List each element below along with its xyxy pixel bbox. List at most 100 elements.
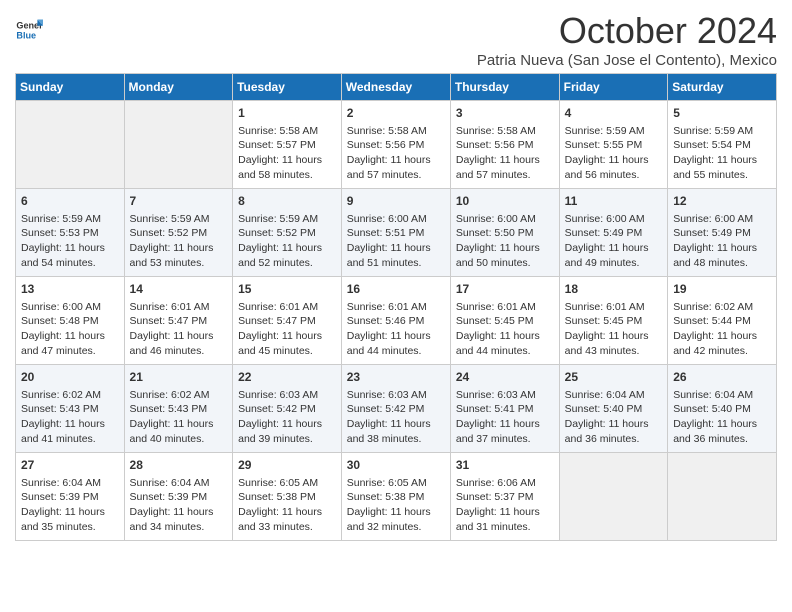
sunset-text: Sunset: 5:42 PM [347, 402, 445, 417]
calendar-cell: 7Sunrise: 5:59 AMSunset: 5:52 PMDaylight… [124, 189, 233, 277]
col-header-saturday: Saturday [668, 74, 777, 101]
sunrise-text: Sunrise: 6:03 AM [456, 388, 554, 403]
calendar-cell: 5Sunrise: 5:59 AMSunset: 5:54 PMDaylight… [668, 101, 777, 189]
calendar-cell: 15Sunrise: 6:01 AMSunset: 5:47 PMDayligh… [233, 277, 342, 365]
daylight-text: Daylight: 11 hours and 44 minutes. [456, 329, 554, 358]
sunrise-text: Sunrise: 6:02 AM [673, 300, 771, 315]
day-number: 29 [238, 457, 336, 474]
calendar-cell: 18Sunrise: 6:01 AMSunset: 5:45 PMDayligh… [559, 277, 668, 365]
day-number: 20 [21, 369, 119, 386]
daylight-text: Daylight: 11 hours and 53 minutes. [130, 241, 228, 270]
calendar-cell: 1 Sunrise: 5:58 AMSunset: 5:57 PMDaylight… [233, 101, 342, 189]
daylight-text: Daylight: 11 hours and 45 minutes. [238, 329, 336, 358]
col-header-tuesday: Tuesday [233, 74, 342, 101]
day-number: 30 [347, 457, 445, 474]
calendar-cell: 6 Sunrise: 5:59 AMSunset: 5:53 PMDaylight… [16, 189, 125, 277]
sunset-text: Sunset: 5:37 PM [456, 490, 554, 505]
sunrise-text: Sunrise: 5:59 AM [673, 124, 771, 139]
sunset-text: Sunset: 5:43 PM [130, 402, 228, 417]
daylight-text: Daylight: 11 hours and 44 minutes. [347, 329, 445, 358]
day-number: 26 [673, 369, 771, 386]
daylight-text: Daylight: 11 hours and 46 minutes. [130, 329, 228, 358]
day-number: 24 [456, 369, 554, 386]
sunset-text: Sunset: 5:45 PM [456, 314, 554, 329]
sunset-text: Sunset: 5:52 PM [130, 226, 228, 241]
day-number: 12 [673, 193, 771, 210]
day-number: 25 [565, 369, 663, 386]
col-header-wednesday: Wednesday [341, 74, 450, 101]
daylight-text: Daylight: 11 hours and 36 minutes. [673, 417, 771, 446]
sunrise-text: Sunrise: 6:01 AM [456, 300, 554, 315]
calendar-cell: 19Sunrise: 6:02 AMSunset: 5:44 PMDayligh… [668, 277, 777, 365]
daylight-text: Daylight: 11 hours and 38 minutes. [347, 417, 445, 446]
day-number: 5 [673, 105, 771, 122]
logo-icon: General Blue [15, 16, 43, 44]
calendar-cell: 22Sunrise: 6:03 AMSunset: 5:42 PMDayligh… [233, 365, 342, 453]
calendar-table: SundayMondayTuesdayWednesdayThursdayFrid… [15, 73, 777, 541]
sunset-text: Sunset: 5:57 PM [238, 138, 336, 153]
sunset-text: Sunset: 5:47 PM [130, 314, 228, 329]
sunrise-text: Sunrise: 6:05 AM [347, 476, 445, 491]
sunset-text: Sunset: 5:51 PM [347, 226, 445, 241]
calendar-cell: 31Sunrise: 6:06 AMSunset: 5:37 PMDayligh… [450, 453, 559, 541]
month-title: October 2024 [477, 10, 777, 52]
sunrise-text: Sunrise: 6:00 AM [673, 212, 771, 227]
sunset-text: Sunset: 5:39 PM [130, 490, 228, 505]
daylight-text: Daylight: 11 hours and 54 minutes. [21, 241, 119, 270]
sunrise-text: Sunrise: 5:59 AM [21, 212, 119, 227]
calendar-cell: 23Sunrise: 6:03 AMSunset: 5:42 PMDayligh… [341, 365, 450, 453]
col-header-sunday: Sunday [16, 74, 125, 101]
sunrise-text: Sunrise: 5:59 AM [238, 212, 336, 227]
daylight-text: Daylight: 11 hours and 58 minutes. [238, 153, 336, 182]
day-number: 19 [673, 281, 771, 298]
sunset-text: Sunset: 5:43 PM [21, 402, 119, 417]
logo: General Blue [15, 16, 43, 44]
sunset-text: Sunset: 5:56 PM [347, 138, 445, 153]
daylight-text: Daylight: 11 hours and 43 minutes. [565, 329, 663, 358]
day-number: 14 [130, 281, 228, 298]
calendar-week-row: 20Sunrise: 6:02 AMSunset: 5:43 PMDayligh… [16, 365, 777, 453]
daylight-text: Daylight: 11 hours and 34 minutes. [130, 505, 228, 534]
day-number: 3 [456, 105, 554, 122]
calendar-week-row: 13Sunrise: 6:00 AMSunset: 5:48 PMDayligh… [16, 277, 777, 365]
sunrise-text: Sunrise: 5:58 AM [238, 124, 336, 139]
sunset-text: Sunset: 5:42 PM [238, 402, 336, 417]
day-number: 8 [238, 193, 336, 210]
day-number: 21 [130, 369, 228, 386]
sunrise-text: Sunrise: 6:02 AM [130, 388, 228, 403]
sunrise-text: Sunrise: 6:00 AM [347, 212, 445, 227]
col-header-thursday: Thursday [450, 74, 559, 101]
day-number: 7 [130, 193, 228, 210]
calendar-cell: 29Sunrise: 6:05 AMSunset: 5:38 PMDayligh… [233, 453, 342, 541]
calendar-cell: 28Sunrise: 6:04 AMSunset: 5:39 PMDayligh… [124, 453, 233, 541]
sunrise-text: Sunrise: 6:06 AM [456, 476, 554, 491]
day-number: 11 [565, 193, 663, 210]
daylight-text: Daylight: 11 hours and 49 minutes. [565, 241, 663, 270]
daylight-text: Daylight: 11 hours and 35 minutes. [21, 505, 119, 534]
sunrise-text: Sunrise: 6:05 AM [238, 476, 336, 491]
sunset-text: Sunset: 5:46 PM [347, 314, 445, 329]
daylight-text: Daylight: 11 hours and 50 minutes. [456, 241, 554, 270]
sunset-text: Sunset: 5:49 PM [565, 226, 663, 241]
day-number: 6 [21, 193, 119, 210]
svg-text:Blue: Blue [16, 30, 36, 40]
day-number: 1 [238, 105, 336, 122]
sunrise-text: Sunrise: 6:00 AM [21, 300, 119, 315]
daylight-text: Daylight: 11 hours and 48 minutes. [673, 241, 771, 270]
sunset-text: Sunset: 5:50 PM [456, 226, 554, 241]
calendar-cell: 3Sunrise: 5:58 AMSunset: 5:56 PMDaylight… [450, 101, 559, 189]
calendar-cell: 27Sunrise: 6:04 AMSunset: 5:39 PMDayligh… [16, 453, 125, 541]
sunset-text: Sunset: 5:53 PM [21, 226, 119, 241]
calendar-cell: 13Sunrise: 6:00 AMSunset: 5:48 PMDayligh… [16, 277, 125, 365]
sunset-text: Sunset: 5:52 PM [238, 226, 336, 241]
calendar-cell: 2Sunrise: 5:58 AMSunset: 5:56 PMDaylight… [341, 101, 450, 189]
calendar-week-row: 1 Sunrise: 5:58 AMSunset: 5:57 PMDaylight… [16, 101, 777, 189]
day-number: 16 [347, 281, 445, 298]
col-header-friday: Friday [559, 74, 668, 101]
calendar-cell: 4Sunrise: 5:59 AMSunset: 5:55 PMDaylight… [559, 101, 668, 189]
daylight-text: Daylight: 11 hours and 41 minutes. [21, 417, 119, 446]
day-number: 13 [21, 281, 119, 298]
title-area: October 2024 Patria Nueva (San Jose el C… [477, 10, 777, 69]
daylight-text: Daylight: 11 hours and 36 minutes. [565, 417, 663, 446]
calendar-cell: 10Sunrise: 6:00 AMSunset: 5:50 PMDayligh… [450, 189, 559, 277]
